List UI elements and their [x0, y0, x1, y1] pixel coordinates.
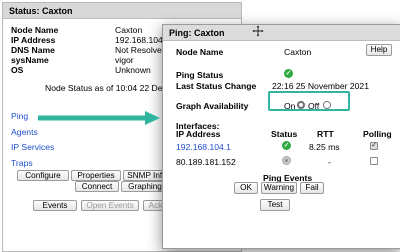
arrow-icon — [38, 111, 160, 125]
